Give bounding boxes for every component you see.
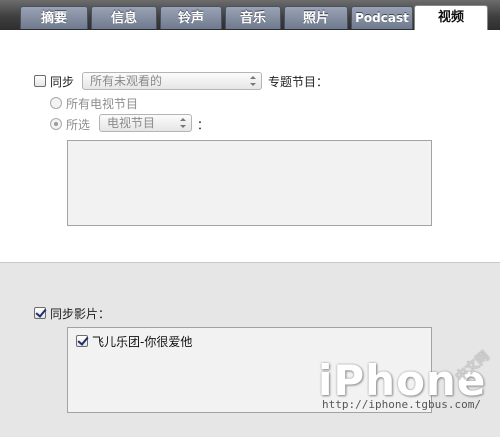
tab-podcast[interactable]: Podcast (351, 6, 413, 29)
tab-photos[interactable]: 照片 (284, 6, 348, 29)
selected-tv-radio[interactable] (50, 118, 62, 130)
sync-tv-checkbox[interactable] (34, 75, 46, 87)
tab-music[interactable]: 音乐 (225, 6, 281, 29)
movie-item-checkbox[interactable] (76, 335, 88, 347)
tab-ringtones[interactable]: 铃声 (160, 6, 222, 29)
episodes-select-value: 所有未观看的 (90, 74, 163, 88)
tab-bar: 摘要 信息 铃声 音乐 照片 Podcast 视频 (0, 0, 500, 30)
watermark-url: http://iphone.tgbus.com/ (322, 398, 481, 411)
topic-label: 专题节目： (268, 75, 329, 89)
tab-video[interactable]: 视频 (414, 5, 488, 30)
all-tv-radio[interactable] (50, 97, 62, 109)
tv-shows-select[interactable]: 电视节目 (99, 114, 192, 132)
select-arrows-icon (180, 118, 186, 128)
sync-movies-checkbox[interactable] (34, 307, 46, 319)
sync-tv-label: 同步 (50, 75, 75, 89)
select-arrows-icon (250, 76, 256, 86)
tv-shows-section: 同步 所有未观看的 专题节目： 所有电视节目 所选 电视节目 ： (0, 30, 500, 263)
tv-shows-select-value: 电视节目 (107, 116, 156, 130)
colon-label: ： (197, 118, 210, 132)
tab-summary[interactable]: 摘要 (20, 6, 88, 29)
all-tv-label: 所有电视节目 (66, 97, 139, 111)
movie-item-label: 飞儿乐团-你很爱他 (92, 335, 193, 349)
sync-movies-label: 同步影片： (50, 307, 111, 321)
episodes-select[interactable]: 所有未观看的 (82, 72, 262, 90)
tab-info[interactable]: 信息 (91, 6, 157, 29)
selected-tv-label: 所选 (66, 118, 91, 132)
tv-shows-list[interactable] (67, 140, 432, 226)
